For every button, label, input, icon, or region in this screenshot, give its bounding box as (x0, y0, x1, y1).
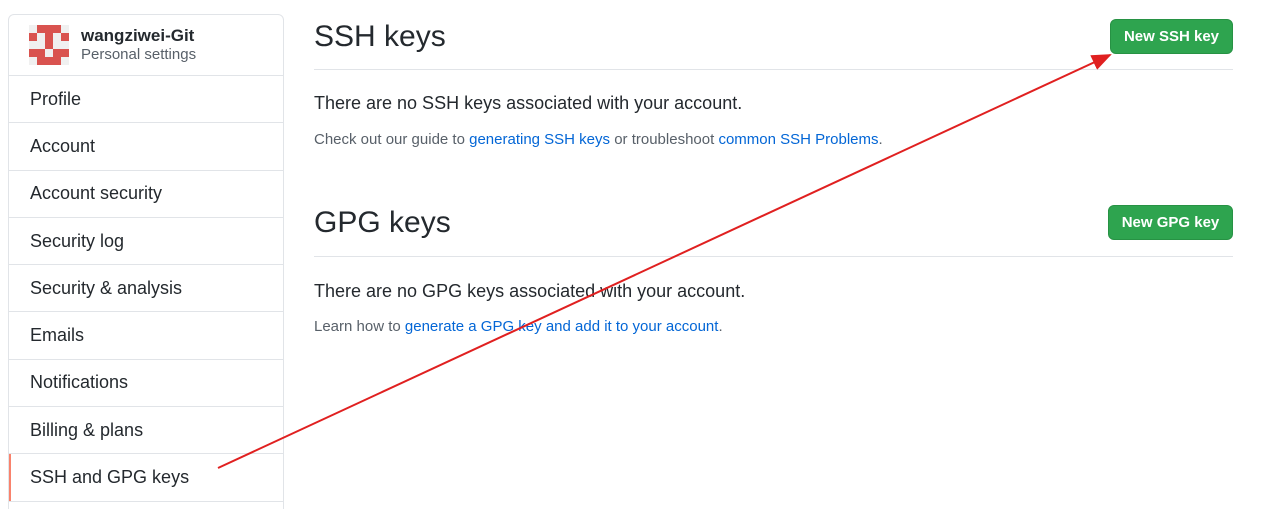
generate-gpg-key-link[interactable]: generate a GPG key and add it to your ac… (405, 318, 719, 335)
ssh-guide-suffix: . (878, 131, 883, 148)
sidebar-item-billing-plans[interactable]: Billing & plans (9, 407, 283, 455)
gpg-keys-title: GPG keys (314, 206, 451, 239)
gpg-section-header: GPG keys New GPG key (314, 200, 1233, 257)
ssh-guide-prefix: Check out our guide to (314, 131, 470, 148)
ssh-section-header: SSH keys New SSH key (314, 14, 1233, 70)
sidebar-item-account-security[interactable]: Account security (9, 171, 283, 218)
common-ssh-problems-link[interactable]: common SSH Problems (718, 131, 878, 148)
sidebar-item-security-log[interactable]: Security log (9, 218, 283, 266)
generating-ssh-keys-link[interactable]: generating SSH keys (469, 131, 610, 148)
sidebar-item-profile[interactable]: Profile (9, 76, 283, 124)
sidebar-item-emails[interactable]: Emails (9, 312, 283, 360)
gpg-learn-prefix: Learn how to (314, 318, 405, 335)
ssh-guide-middle: or troubleshoot (610, 131, 719, 148)
username[interactable]: wangziwei-Git (81, 26, 196, 45)
profile-header[interactable]: wangziwei-Git Personal settings (9, 15, 283, 76)
avatar[interactable] (29, 25, 69, 65)
new-gpg-key-button[interactable]: New GPG key (1108, 205, 1233, 240)
sidebar-item-ssh-and-gpg-keys[interactable]: SSH and GPG keys (9, 454, 283, 502)
sidebar-item-security-analysis[interactable]: Security & analysis (9, 265, 283, 313)
gpg-empty-message: There are no GPG keys associated with yo… (314, 281, 746, 301)
ssh-guide-text: Check out our guide to generating SSH ke… (314, 131, 883, 148)
gpg-learn-suffix: . (718, 318, 723, 335)
gpg-learn-text: Learn how to generate a GPG key and add … (314, 318, 723, 335)
sidebar-item-notifications[interactable]: Notifications (9, 360, 283, 408)
personal-settings-label: Personal settings (81, 46, 197, 63)
ssh-empty-message: There are no SSH keys associated with yo… (314, 93, 743, 113)
settings-sidebar: wangziwei-Git Personal settings Profile A… (8, 14, 284, 509)
main-content: SSH keys New SSH key There are no SSH ke… (314, 0, 1234, 509)
new-ssh-key-button[interactable]: New SSH key (1110, 19, 1233, 54)
ssh-keys-title: SSH keys (314, 20, 446, 53)
sidebar-item-account[interactable]: Account (9, 123, 283, 171)
